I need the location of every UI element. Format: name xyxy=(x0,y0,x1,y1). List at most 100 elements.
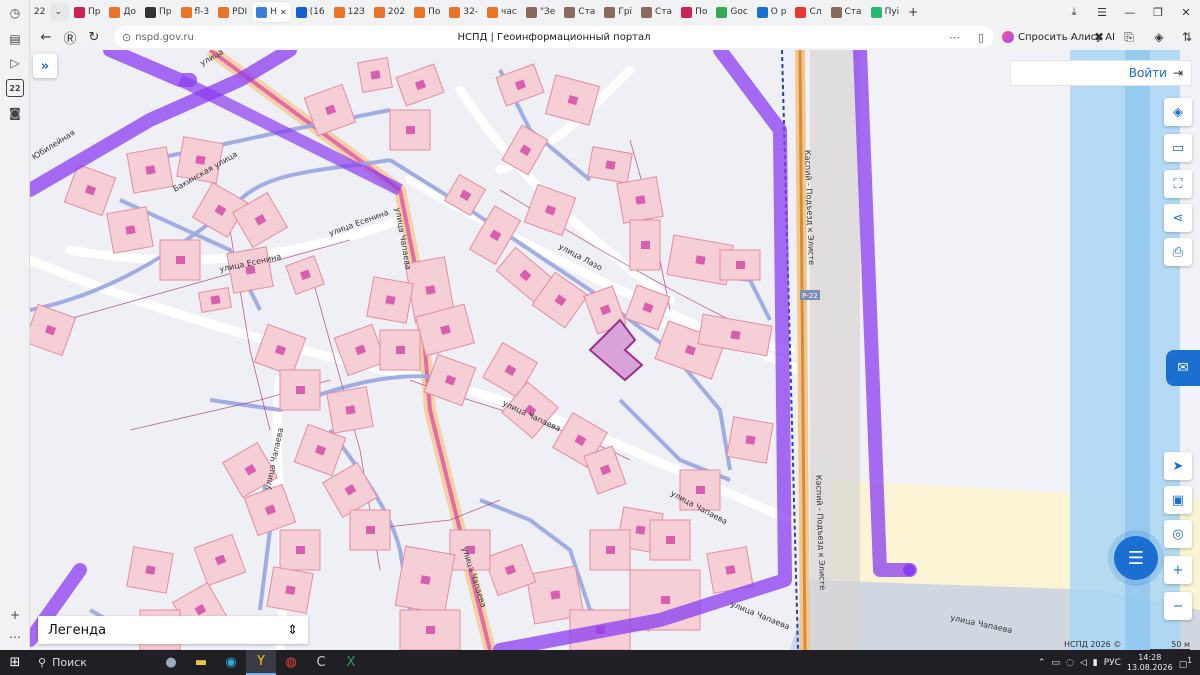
map-canvas[interactable]: улица Есенина улица Есенина улица Лазо Б… xyxy=(30,50,1200,650)
building[interactable] xyxy=(661,596,670,604)
building[interactable] xyxy=(420,575,431,585)
translate-icon[interactable]: ⎘ xyxy=(1120,28,1138,46)
building[interactable] xyxy=(696,486,705,494)
print-button[interactable]: ⎙ xyxy=(1164,238,1192,266)
zoom-in-button[interactable]: + xyxy=(1164,556,1192,584)
building[interactable] xyxy=(730,330,741,340)
tab-10[interactable]: 202 xyxy=(370,2,409,22)
tab-0[interactable]: 22 xyxy=(30,2,49,22)
building[interactable] xyxy=(641,241,650,249)
tab-21[interactable]: Сл xyxy=(791,2,825,22)
minimap-button[interactable]: ▣ xyxy=(1164,486,1192,514)
tab-11[interactable]: По xyxy=(410,2,444,22)
tab-7[interactable]: Н ✕ xyxy=(252,2,291,22)
login-button[interactable]: Войти ⇥ xyxy=(1010,60,1192,86)
building[interactable] xyxy=(406,126,415,134)
reload-button[interactable]: ↻ xyxy=(82,26,106,48)
building[interactable] xyxy=(425,285,436,295)
menu-icon[interactable]: ☰ xyxy=(1088,6,1116,19)
zoom-out-button[interactable]: − xyxy=(1164,592,1192,620)
building[interactable] xyxy=(666,536,675,544)
chrome-icon[interactable]: ◍ xyxy=(276,650,306,675)
building[interactable] xyxy=(606,546,615,554)
file-explorer-icon[interactable]: ▬ xyxy=(186,650,216,675)
address-bar[interactable]: ⊙ nspd.gov.ru НСПД | Геоинформационный п… xyxy=(114,26,994,48)
language-indicator[interactable]: РУС xyxy=(1104,658,1121,668)
building[interactable] xyxy=(145,165,156,175)
taskbar-search[interactable]: ⚲ Поиск xyxy=(30,650,156,675)
building[interactable] xyxy=(745,435,756,445)
building[interactable] xyxy=(635,195,646,205)
tab-4[interactable]: Пр xyxy=(141,2,175,22)
download-icon[interactable]: ⤓ xyxy=(1060,5,1088,19)
building[interactable] xyxy=(370,70,381,80)
search-location-button[interactable]: ◎ xyxy=(1164,520,1192,548)
wifi-icon[interactable]: ◌ xyxy=(1066,658,1074,668)
notifications-icon[interactable]: ▢1 xyxy=(1179,656,1192,670)
more-icon[interactable]: ⋯ xyxy=(6,628,24,646)
building[interactable] xyxy=(736,261,745,269)
tab-22[interactable]: Ста xyxy=(827,2,866,22)
add-panel-icon[interactable]: + xyxy=(6,606,24,624)
building[interactable] xyxy=(125,225,136,235)
legend-panel[interactable]: Легенда ⇕ xyxy=(38,616,308,644)
tab-2[interactable]: Пр xyxy=(70,2,104,22)
tab-23[interactable]: Пуі xyxy=(867,2,904,22)
building[interactable] xyxy=(176,256,185,264)
select-area-button[interactable]: ⛶ xyxy=(1164,170,1192,198)
moon-wallpaper-icon[interactable]: ● xyxy=(156,650,186,675)
edge-icon[interactable]: ◉ xyxy=(216,650,246,675)
building[interactable] xyxy=(285,585,296,595)
tab-16[interactable]: Грі xyxy=(600,2,636,22)
collections-icon[interactable]: ▤ xyxy=(6,30,24,48)
tab-17[interactable]: Ста xyxy=(637,2,676,22)
calendar-icon[interactable]: 22 xyxy=(6,79,24,97)
assistant-button[interactable]: ☰ xyxy=(1114,536,1158,580)
restore-button[interactable]: ❐ xyxy=(1144,6,1172,19)
more-options-icon[interactable]: ⋯ xyxy=(949,31,960,44)
building[interactable] xyxy=(605,160,616,170)
play-icon[interactable]: ▷ xyxy=(6,54,24,72)
yandex-browser-icon[interactable]: Y xyxy=(246,650,276,675)
tray-chevron-icon[interactable]: ⌃ xyxy=(1038,658,1046,668)
tab-15[interactable]: Ста xyxy=(560,2,599,22)
feedback-tab[interactable]: ✉ xyxy=(1166,350,1200,386)
building[interactable] xyxy=(635,525,646,535)
tab-20[interactable]: О р xyxy=(753,2,791,22)
share-button[interactable]: ⋖ xyxy=(1164,204,1192,232)
map-viewport[interactable]: улица Есенина улица Есенина улица Лазо Б… xyxy=(30,50,1200,650)
tab-1[interactable]: ⌄ xyxy=(50,2,69,22)
new-tab-button[interactable]: + xyxy=(904,2,922,22)
close-button[interactable]: ✕ xyxy=(1172,6,1200,19)
tab-14[interactable]: "Зе xyxy=(522,2,559,22)
building[interactable] xyxy=(145,565,156,575)
network-icon[interactable]: ▭ xyxy=(1051,658,1060,668)
tab-9[interactable]: 12З xyxy=(330,2,369,22)
windows-start-icon[interactable]: ⊞ xyxy=(0,655,30,670)
layers-button[interactable]: ◈ xyxy=(1164,98,1192,126)
tab-12[interactable]: 32- xyxy=(445,2,482,22)
extension-icon[interactable]: ✖ xyxy=(1090,28,1108,46)
locate-button[interactable]: ➤ xyxy=(1164,452,1192,480)
minimize-button[interactable]: — xyxy=(1116,6,1144,19)
bookmark-icon[interactable]: ▯ xyxy=(978,31,984,44)
screenshot-icon[interactable]: ◙ xyxy=(6,104,24,122)
vpn-icon[interactable]: ◈ xyxy=(1150,28,1168,46)
building[interactable] xyxy=(296,386,305,394)
extensions-menu-icon[interactable]: ⇅ xyxy=(1178,28,1196,46)
yandex-icon[interactable]: Ⓡ xyxy=(58,26,82,48)
building[interactable] xyxy=(345,405,356,415)
building[interactable] xyxy=(426,626,435,634)
close-tab-icon[interactable]: ✕ xyxy=(280,8,287,17)
tab-13[interactable]: час xyxy=(483,2,521,22)
history-icon[interactable]: ◷ xyxy=(6,4,24,22)
app-c-icon[interactable]: C xyxy=(306,650,336,675)
tab-19[interactable]: Goc xyxy=(712,2,751,22)
tab-6[interactable]: PDI xyxy=(214,2,251,22)
building[interactable] xyxy=(195,155,206,165)
building[interactable] xyxy=(210,295,221,305)
battery-icon[interactable]: ▮ xyxy=(1093,658,1098,668)
tab-18[interactable]: По xyxy=(677,2,711,22)
tab-8[interactable]: (16 xyxy=(292,2,329,22)
building[interactable] xyxy=(550,590,561,600)
